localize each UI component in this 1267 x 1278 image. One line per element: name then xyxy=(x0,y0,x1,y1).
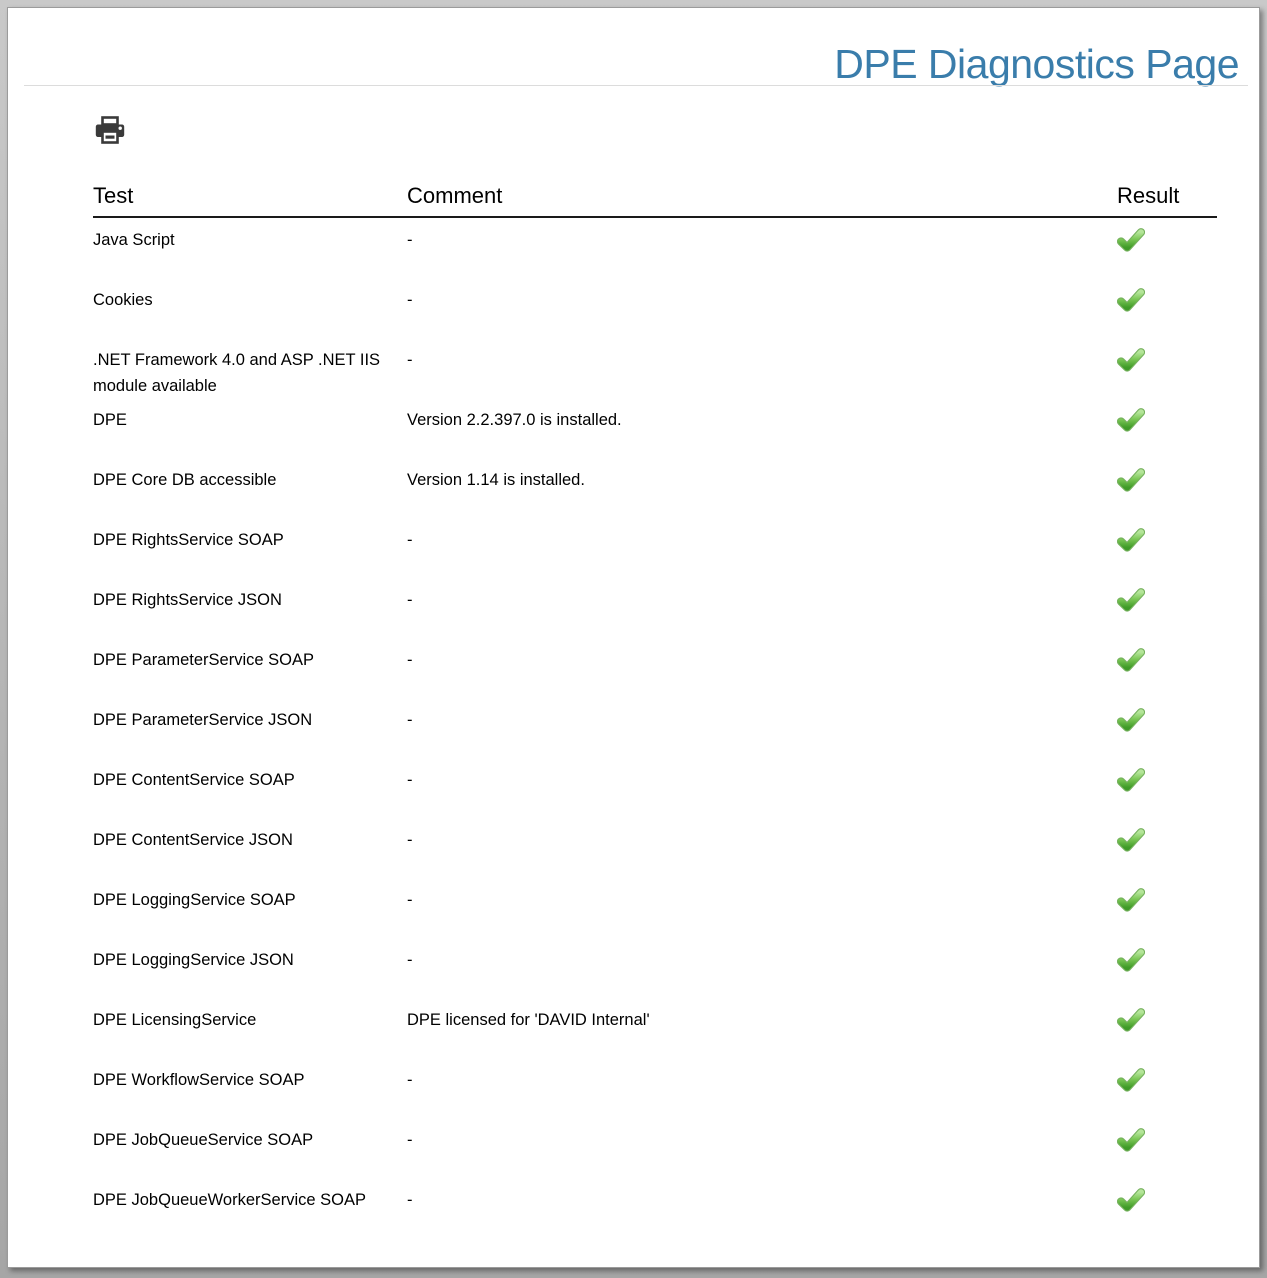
test-name: DPE ContentService SOAP xyxy=(93,767,407,793)
test-name: .NET Framework 4.0 and ASP .NET IIS modu… xyxy=(93,347,407,399)
test-result xyxy=(1117,227,1217,257)
page-header: DPE Diagnostics Page xyxy=(8,8,1259,92)
table-row: DPE Version 2.2.397.0 is installed. xyxy=(93,398,1217,458)
test-name: DPE WorkflowService SOAP xyxy=(93,1067,407,1093)
green-check-icon xyxy=(1117,708,1145,732)
table-row: DPE LoggingService SOAP - xyxy=(93,878,1217,938)
column-header-test: Test xyxy=(93,183,407,209)
table-row: DPE WorkflowService SOAP - xyxy=(93,1058,1217,1118)
green-check-icon xyxy=(1117,468,1145,492)
green-check-icon xyxy=(1117,228,1145,252)
test-comment: - xyxy=(407,587,1117,613)
test-name: DPE xyxy=(93,407,407,433)
test-name: DPE Core DB accessible xyxy=(93,467,407,493)
test-result xyxy=(1117,1127,1217,1157)
test-comment: - xyxy=(407,527,1117,553)
test-name: DPE ParameterService JSON xyxy=(93,707,407,733)
column-header-result: Result xyxy=(1117,183,1217,209)
green-check-icon xyxy=(1117,288,1145,312)
test-comment: - xyxy=(407,767,1117,793)
test-result xyxy=(1117,1007,1217,1037)
green-check-icon xyxy=(1117,1188,1145,1212)
green-check-icon xyxy=(1117,1128,1145,1152)
green-check-icon xyxy=(1117,888,1145,912)
test-result xyxy=(1117,287,1217,317)
test-name: DPE ContentService JSON xyxy=(93,827,407,853)
table-row: DPE JobQueueWorkerService SOAP - xyxy=(93,1178,1217,1238)
green-check-icon xyxy=(1117,348,1145,372)
table-row: .NET Framework 4.0 and ASP .NET IIS modu… xyxy=(93,338,1217,398)
test-comment: - xyxy=(407,227,1117,253)
table-row: Cookies - xyxy=(93,278,1217,338)
test-result xyxy=(1117,647,1217,677)
test-name: DPE LoggingService JSON xyxy=(93,947,407,973)
header-divider xyxy=(24,85,1248,86)
test-result xyxy=(1117,1067,1217,1097)
test-comment: - xyxy=(407,1187,1117,1213)
test-name: DPE LoggingService SOAP xyxy=(93,887,407,913)
test-comment: - xyxy=(407,887,1117,913)
test-name: DPE LicensingService xyxy=(93,1007,407,1033)
table-row: DPE ContentService JSON - xyxy=(93,818,1217,878)
green-check-icon xyxy=(1117,528,1145,552)
test-comment: Version 2.2.397.0 is installed. xyxy=(407,407,1117,433)
test-comment: - xyxy=(407,1127,1117,1153)
table-row: DPE ParameterService JSON - xyxy=(93,698,1217,758)
test-name: DPE RightsService SOAP xyxy=(93,527,407,553)
test-name: DPE JobQueueWorkerService SOAP xyxy=(93,1187,407,1213)
green-check-icon xyxy=(1117,768,1145,792)
test-comment: DPE licensed for 'DAVID Internal' xyxy=(407,1007,1117,1033)
test-comment: - xyxy=(407,647,1117,673)
test-comment: - xyxy=(407,947,1117,973)
green-check-icon xyxy=(1117,948,1145,972)
test-result xyxy=(1117,707,1217,737)
table-row: DPE JobQueueService SOAP - xyxy=(93,1118,1217,1178)
test-result xyxy=(1117,347,1217,377)
test-result xyxy=(1117,1187,1217,1217)
table-row: DPE ParameterService SOAP - xyxy=(93,638,1217,698)
test-comment: - xyxy=(407,707,1117,733)
test-comment: - xyxy=(407,1067,1117,1093)
test-result xyxy=(1117,887,1217,917)
page-title: DPE Diagnostics Page xyxy=(834,44,1239,85)
green-check-icon xyxy=(1117,828,1145,852)
document-page: DPE Diagnostics Page Test Comment Result… xyxy=(7,7,1260,1268)
test-name: DPE ParameterService SOAP xyxy=(93,647,407,673)
test-name: Java Script xyxy=(93,227,407,253)
table-body: Java Script - Cookies - .NET Framework 4… xyxy=(93,218,1217,1238)
test-name: DPE JobQueueService SOAP xyxy=(93,1127,407,1153)
green-check-icon xyxy=(1117,1068,1145,1092)
green-check-icon xyxy=(1117,408,1145,432)
test-result xyxy=(1117,467,1217,497)
green-check-icon xyxy=(1117,1008,1145,1032)
table-row: DPE Core DB accessible Version 1.14 is i… xyxy=(93,458,1217,518)
table-header-row: Test Comment Result xyxy=(93,183,1217,218)
table-row: DPE LicensingService DPE licensed for 'D… xyxy=(93,998,1217,1058)
table-row: Java Script - xyxy=(93,218,1217,278)
test-name: Cookies xyxy=(93,287,407,313)
test-result xyxy=(1117,767,1217,797)
green-check-icon xyxy=(1117,648,1145,672)
test-result xyxy=(1117,947,1217,977)
test-comment: - xyxy=(407,287,1117,313)
table-row: DPE RightsService JSON - xyxy=(93,578,1217,638)
table-row: DPE RightsService SOAP - xyxy=(93,518,1217,578)
printer-icon xyxy=(94,134,126,151)
green-check-icon xyxy=(1117,588,1145,612)
test-result xyxy=(1117,587,1217,617)
column-header-comment: Comment xyxy=(407,183,1117,209)
test-result xyxy=(1117,527,1217,557)
test-result xyxy=(1117,407,1217,437)
test-comment: Version 1.14 is installed. xyxy=(407,467,1117,493)
test-result xyxy=(1117,827,1217,857)
test-comment: - xyxy=(407,347,1117,373)
test-comment: - xyxy=(407,827,1117,853)
table-row: DPE LoggingService JSON - xyxy=(93,938,1217,998)
diagnostics-table: Test Comment Result Java Script - Cookie… xyxy=(93,183,1217,1238)
print-button[interactable] xyxy=(94,115,126,151)
table-row: DPE ContentService SOAP - xyxy=(93,758,1217,818)
test-name: DPE RightsService JSON xyxy=(93,587,407,613)
